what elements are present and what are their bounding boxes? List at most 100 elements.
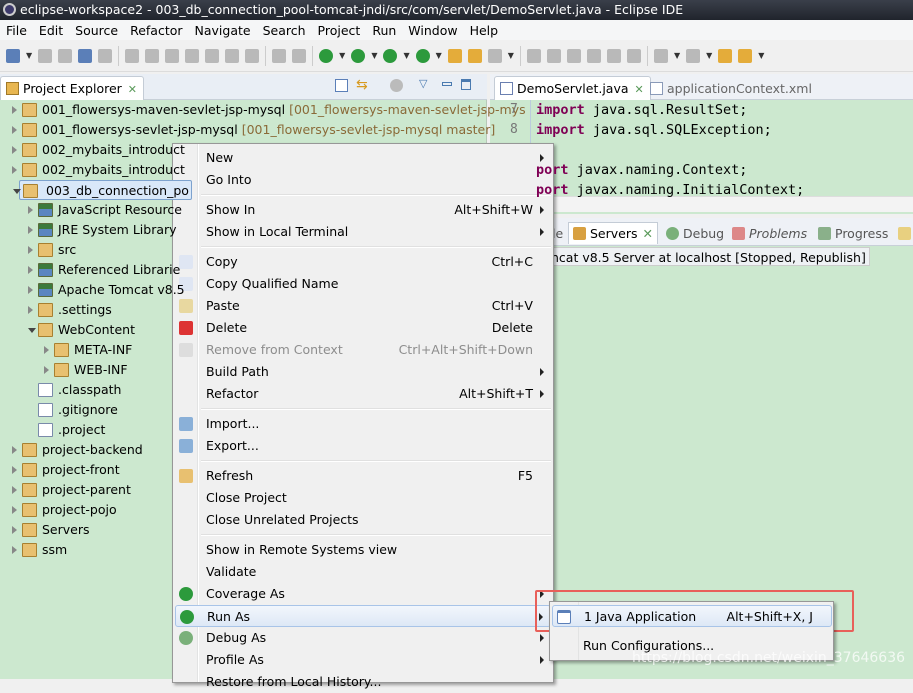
tree-item[interactable]: src (24, 240, 494, 260)
suspend-icon[interactable] (145, 48, 160, 63)
dropdown-arrow-icon[interactable]: ▼ (403, 51, 409, 60)
menu-item-restore-from-local-history[interactable]: Restore from Local History... (175, 671, 551, 693)
run-icon[interactable] (351, 48, 366, 63)
tree-item[interactable]: META-INF (40, 340, 510, 360)
tree-item[interactable]: project-front (8, 460, 478, 480)
coverage-icon[interactable] (383, 48, 398, 63)
tree-item[interactable]: 002_mybaits_introduct (8, 160, 478, 180)
dropdown-arrow-icon[interactable]: ▼ (371, 51, 377, 60)
collapsed-arrow-icon[interactable] (28, 206, 33, 214)
tree-item[interactable]: .classpath (24, 380, 494, 400)
stop-icon[interactable] (165, 48, 180, 63)
disconnect-icon[interactable] (185, 48, 200, 63)
menu-item-run-as[interactable]: Run As (175, 605, 551, 627)
menu-item-profile-as[interactable]: Profile As (175, 649, 551, 671)
collapsed-arrow-icon[interactable] (28, 266, 33, 274)
dropdown-arrow-icon[interactable]: ▼ (674, 51, 680, 60)
tree-item[interactable]: 003_db_connection_po (13, 180, 192, 200)
menu-item-java-application[interactable]: 1 Java Application Alt+Shift+X, J (552, 605, 832, 627)
dropdown-arrow-icon[interactable]: ▼ (26, 51, 32, 60)
show-whitespace-icon[interactable] (606, 48, 621, 63)
collapsed-arrow-icon[interactable] (12, 526, 17, 534)
collapsed-arrow-icon[interactable] (12, 166, 17, 174)
tree-item[interactable]: project-parent (8, 480, 478, 500)
collapsed-arrow-icon[interactable] (28, 306, 33, 314)
open-task-icon[interactable] (467, 48, 482, 63)
menu-project[interactable]: Project (312, 23, 367, 38)
tree-item[interactable]: Servers (8, 520, 478, 540)
menu-item-debug-as[interactable]: Debug As (175, 627, 551, 649)
save-all-icon[interactable] (58, 48, 73, 63)
tree-item[interactable]: 002_mybaits_introduct (8, 140, 478, 160)
tab-demoservlet-java[interactable]: DemoServlet.java ✕ (494, 76, 651, 100)
tab-javadoc[interactable] (898, 224, 913, 244)
collapsed-arrow-icon[interactable] (12, 106, 17, 114)
close-icon[interactable]: ✕ (128, 83, 137, 96)
dropdown-arrow-icon[interactable]: ▼ (436, 51, 442, 60)
tab-progress[interactable]: Progress (818, 224, 888, 244)
resume-icon[interactable] (125, 48, 140, 63)
dropdown-arrow-icon[interactable]: ▼ (758, 51, 764, 60)
step-into-icon[interactable] (205, 48, 220, 63)
new-icon[interactable] (6, 48, 20, 63)
close-icon[interactable]: ✕ (643, 226, 653, 241)
collapsed-arrow-icon[interactable] (12, 126, 17, 134)
collapsed-arrow-icon[interactable] (44, 346, 49, 354)
minimize-icon[interactable] (442, 82, 452, 86)
view-menu-icon[interactable]: ▽ (419, 77, 427, 90)
dropdown-arrow-icon[interactable]: ▼ (706, 51, 712, 60)
expanded-arrow-icon[interactable] (28, 328, 36, 333)
skip-icon[interactable] (98, 48, 113, 63)
tab-problems[interactable]: Problems (732, 224, 807, 244)
collapsed-arrow-icon[interactable] (28, 286, 33, 294)
collapsed-arrow-icon[interactable] (12, 546, 17, 554)
terminal-icon[interactable] (78, 48, 93, 63)
open-type-icon[interactable] (447, 48, 462, 63)
filter-icon[interactable] (390, 79, 403, 92)
step-return-icon[interactable] (245, 48, 260, 63)
tree-item[interactable]: WebContent (24, 320, 494, 340)
tree-item[interactable]: project-backend (8, 440, 478, 460)
back-icon[interactable] (738, 48, 753, 63)
block-icon[interactable] (586, 48, 601, 63)
menu-help[interactable]: Help (464, 23, 505, 38)
expanded-arrow-icon[interactable] (13, 189, 21, 194)
link-with-editor-icon[interactable]: ⇆ (356, 77, 368, 93)
tab-debug[interactable]: Debug (666, 224, 724, 244)
next-annotation-icon[interactable] (653, 48, 668, 63)
tree-item[interactable]: 001_flowersys-sevlet-jsp-mysql [001_flowe… (8, 120, 495, 140)
prev-annotation-icon[interactable] (686, 48, 701, 63)
tab-project-explorer[interactable]: Project Explorer ✕ (0, 76, 145, 100)
external-tools-icon[interactable] (415, 48, 430, 63)
drop-frame-icon[interactable] (272, 48, 287, 63)
menu-search[interactable]: Search (257, 23, 312, 38)
para-icon[interactable] (626, 48, 641, 63)
menu-item-coverage-as[interactable]: Coverage As (175, 583, 551, 605)
collapsed-arrow-icon[interactable] (12, 486, 17, 494)
menu-refactor[interactable]: Refactor (124, 23, 188, 38)
tree-item[interactable]: Referenced Librarie (24, 260, 494, 280)
tree-item[interactable]: JavaScript Resource (24, 200, 494, 220)
highlight-icon[interactable] (546, 48, 561, 63)
last-edit-icon[interactable] (718, 48, 733, 63)
tree-item[interactable]: project-pojo (8, 500, 478, 520)
step-over-icon[interactable] (225, 48, 240, 63)
annotation-icon[interactable] (526, 48, 541, 63)
collapsed-arrow-icon[interactable] (12, 146, 17, 154)
collapsed-arrow-icon[interactable] (12, 466, 17, 474)
collapsed-arrow-icon[interactable] (28, 226, 33, 234)
tree-item[interactable]: JRE System Library (24, 220, 494, 240)
collapsed-arrow-icon[interactable] (12, 446, 17, 454)
collapse-all-icon[interactable] (335, 79, 348, 92)
debug-icon[interactable] (319, 48, 334, 63)
menu-source[interactable]: Source (69, 23, 124, 38)
maximize-icon[interactable] (461, 79, 471, 90)
tree-item[interactable]: .gitignore (24, 400, 494, 420)
dropdown-arrow-icon[interactable]: ▼ (508, 51, 514, 60)
collapsed-arrow-icon[interactable] (12, 506, 17, 514)
tab-applicationcontext-xml[interactable]: applicationContext.xml (644, 76, 819, 100)
tree-item[interactable]: WEB-INF (40, 360, 510, 380)
menu-file[interactable]: File (0, 23, 33, 38)
menu-run[interactable]: Run (366, 23, 402, 38)
use-step-filters-icon[interactable] (292, 48, 307, 63)
